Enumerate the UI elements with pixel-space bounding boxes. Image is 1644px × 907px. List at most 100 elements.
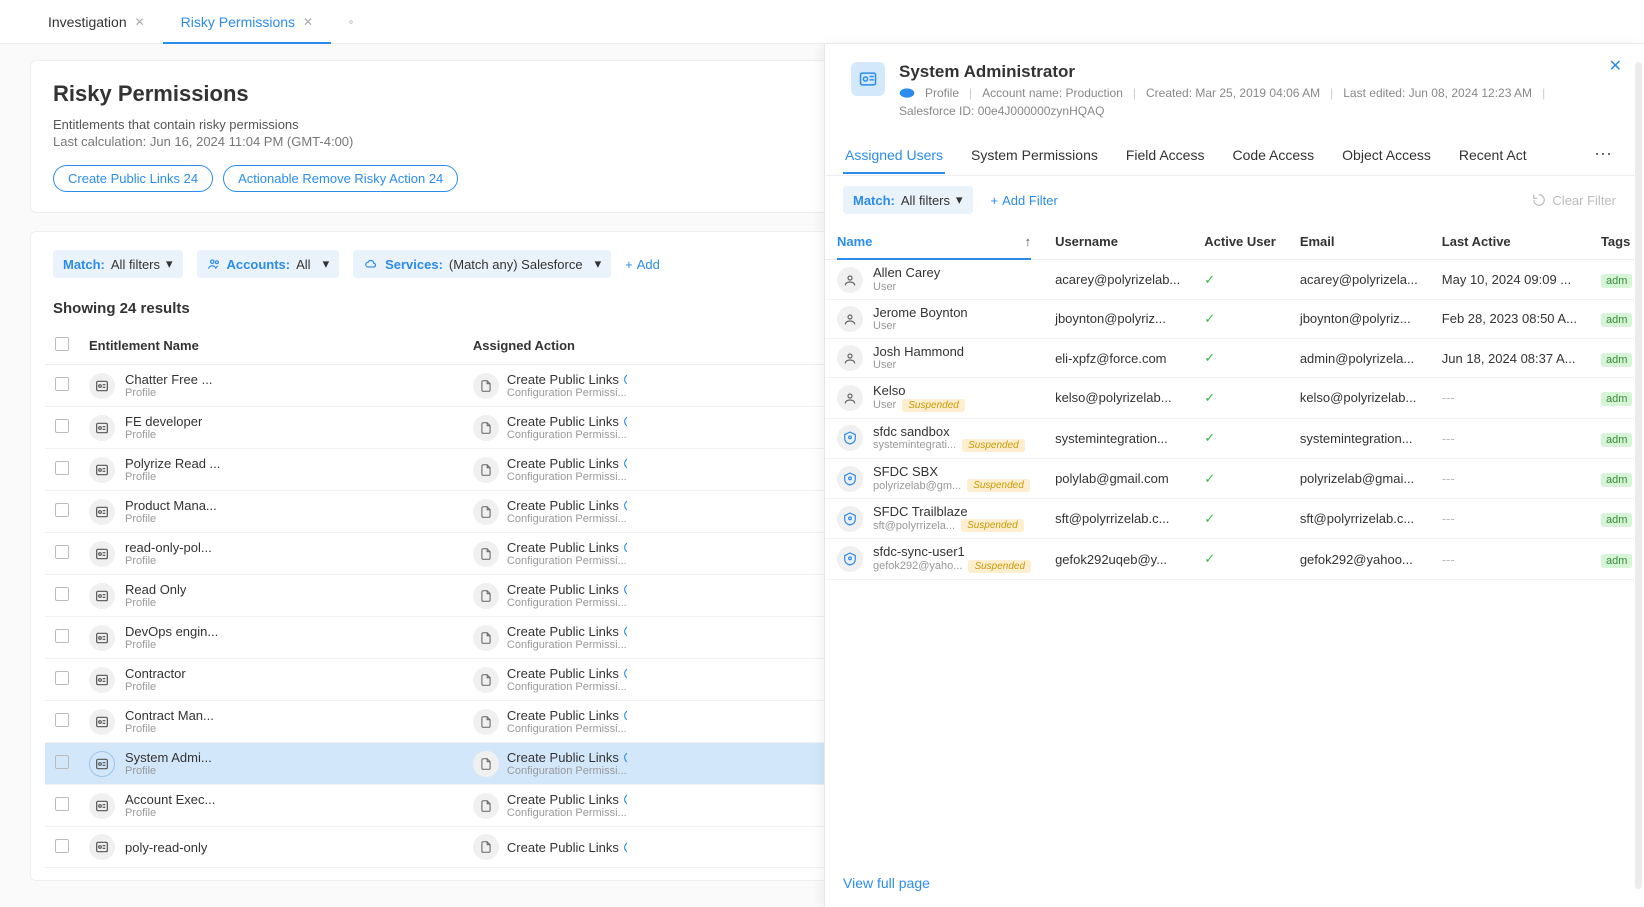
tab-overflow-button[interactable]: ⋯ [1590,134,1616,175]
tab-object-access[interactable]: Object Access [1340,137,1433,173]
user-row[interactable]: Jerome BoyntonUser jboynton@polyriz...✓j… [825,299,1634,338]
user-row[interactable]: Josh HammondUser eli-xpfz@force.com✓admi… [825,338,1634,377]
user-tag: adm [1589,418,1634,458]
info-icon[interactable] [623,541,627,554]
col-email[interactable]: Email [1288,224,1430,260]
info-icon[interactable] [623,751,627,764]
tab-label: Investigation [48,14,127,30]
tab-field-access[interactable]: Field Access [1124,137,1207,173]
row-checkbox[interactable] [55,671,69,685]
panel-meta: Profile | Account name: Production | Cre… [899,86,1608,118]
close-panel-button[interactable]: ✕ [1609,56,1622,76]
add-tab-button[interactable] [331,0,371,43]
info-icon[interactable] [623,709,627,722]
action-name: Create Public Links [507,624,627,639]
col-checkbox[interactable] [45,327,79,365]
check-icon: ✓ [1204,390,1215,405]
scrollbar[interactable] [1635,62,1642,889]
filter-value: All filters [111,257,160,272]
user-tag: adm [1589,260,1634,299]
row-checkbox[interactable] [55,839,69,853]
panel-clear-filter[interactable]: Clear Filter [1532,193,1616,208]
suspended-badge: Suspended [968,560,1031,573]
chip-create-public-links[interactable]: Create Public Links 24 [53,165,213,192]
tab-assigned-users[interactable]: Assigned Users [843,137,945,173]
user-sub: User [873,359,964,371]
tab-investigation[interactable]: Investigation ✕ [30,0,163,43]
info-icon[interactable] [623,415,627,428]
entitlement-type: Profile [125,681,186,693]
close-icon[interactable]: ✕ [303,15,313,29]
info-icon[interactable] [623,583,627,596]
admin-tag: adm [1601,392,1632,406]
filter-value: All [296,257,310,272]
user-row[interactable]: sfdc sandboxsystemintegrati... Suspended… [825,418,1634,458]
user-row[interactable]: KelsoUser Suspendedkelso@polyrizelab...✓… [825,378,1634,418]
chip-actionable-remove[interactable]: Actionable Remove Risky Action 24 [223,165,458,192]
col-name[interactable]: Name ↑ [825,224,1043,260]
doc-icon [473,625,499,651]
user-name: SFDC Trailblaze [873,505,1024,519]
panel-filter-match[interactable]: Match: All filters ▾ [843,186,973,214]
col-username[interactable]: Username [1043,224,1192,260]
entitlement-name: Account Exec... [125,792,215,807]
action-name: Create Public Links [507,582,627,597]
row-checkbox[interactable] [55,419,69,433]
filter-services[interactable]: Services: (Match any) Salesforce ▾ [353,250,611,278]
filter-label: Match: [63,257,105,272]
user-name: SFDC SBX [873,465,1030,479]
user-username: polylab@gmail.com [1043,458,1192,498]
row-checkbox[interactable] [55,461,69,475]
panel-edited: Last edited: Jun 08, 2024 12:23 AM [1343,86,1532,100]
row-checkbox[interactable] [55,587,69,601]
user-username: jboynton@polyriz... [1043,299,1192,338]
tab-code-access[interactable]: Code Access [1230,137,1316,173]
row-checkbox[interactable] [55,713,69,727]
action-name: Create Public Links [507,750,627,765]
col-active[interactable]: Active User [1192,224,1288,260]
info-icon[interactable] [623,667,627,680]
add-filter-button[interactable]: + Add [625,257,660,272]
info-icon[interactable] [623,793,627,806]
info-icon[interactable] [623,625,627,638]
user-row[interactable]: SFDC SBXpolyrizelab@gm... Suspendedpolyl… [825,458,1634,498]
filter-match[interactable]: Match: All filters ▾ [53,250,183,278]
row-checkbox[interactable] [55,377,69,391]
tab-system-permissions[interactable]: System Permissions [969,137,1100,173]
action-name: Create Public Links [507,372,627,387]
user-row[interactable]: Allen CareyUser acarey@polyrizelab...✓ac… [825,260,1634,299]
col-tags[interactable]: Tags [1589,224,1634,260]
info-icon[interactable] [623,499,627,512]
row-checkbox[interactable] [55,545,69,559]
info-icon[interactable] [623,457,627,470]
view-full-page-link[interactable]: View full page [843,875,930,891]
salesforce-icon [899,87,915,99]
user-row[interactable]: sfdc-sync-user1gefok292@yaho... Suspende… [825,539,1634,579]
user-email: gefok292@yahoo... [1288,539,1430,579]
panel-type: Profile [925,86,959,100]
col-entitlement[interactable]: Entitlement Name [79,327,463,365]
tab-recent-activity[interactable]: Recent Act [1457,137,1529,173]
info-icon[interactable] [623,841,627,854]
tab-risky-permissions[interactable]: Risky Permissions ✕ [163,0,331,43]
checkbox-icon[interactable] [55,337,69,351]
doc-icon [473,541,499,567]
user-row[interactable]: SFDC Trailblazesft@polyrrizela... Suspen… [825,499,1634,539]
user-icon [837,466,863,492]
entitlement-name: System Admi... [125,750,212,765]
row-checkbox[interactable] [55,629,69,643]
user-last: --- [1430,458,1589,498]
col-last-active[interactable]: Last Active [1430,224,1589,260]
panel-add-filter[interactable]: + Add Filter [991,193,1058,208]
user-last: May 10, 2024 09:09 ... [1430,260,1589,299]
row-checkbox[interactable] [55,797,69,811]
user-name: sfdc-sync-user1 [873,545,1031,559]
row-checkbox[interactable] [55,503,69,517]
filter-accounts[interactable]: Accounts: All ▾ [197,250,340,278]
info-icon[interactable] [623,373,627,386]
user-name: Jerome Boynton [873,306,968,320]
user-icon [837,546,863,572]
close-icon[interactable]: ✕ [135,15,145,29]
entitlement-type: Profile [125,471,220,483]
row-checkbox[interactable] [55,755,69,769]
